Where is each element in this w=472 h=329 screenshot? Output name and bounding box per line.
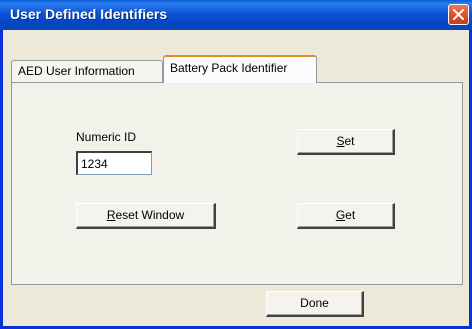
tab-aed-user-information[interactable]: AED User Information	[11, 60, 163, 82]
get-label: et	[345, 208, 356, 222]
numeric-id-label: Numeric ID	[76, 130, 137, 144]
close-icon	[453, 9, 464, 20]
dialog-window: User Defined Identifiers AED User Inform…	[0, 0, 472, 329]
numeric-id-input[interactable]	[76, 151, 152, 175]
set-mnemonic: S	[336, 134, 345, 148]
title-bar[interactable]: User Defined Identifiers	[0, 0, 472, 30]
window-title: User Defined Identifiers	[10, 6, 168, 22]
reset-window-button[interactable]: Reset Window	[76, 203, 216, 229]
get-mnemonic: G	[335, 208, 346, 222]
tab-battery-pack-identifier[interactable]: Battery Pack Identifier	[163, 55, 317, 83]
set-label: et	[344, 134, 355, 148]
reset-label: eset Window	[115, 208, 185, 222]
get-button[interactable]: Get	[297, 203, 395, 229]
done-button[interactable]: Done	[266, 291, 364, 317]
set-button[interactable]: Set	[297, 129, 395, 155]
tab-panel: Numeric ID Set Reset Window Get	[11, 82, 463, 285]
close-button[interactable]	[448, 4, 469, 25]
